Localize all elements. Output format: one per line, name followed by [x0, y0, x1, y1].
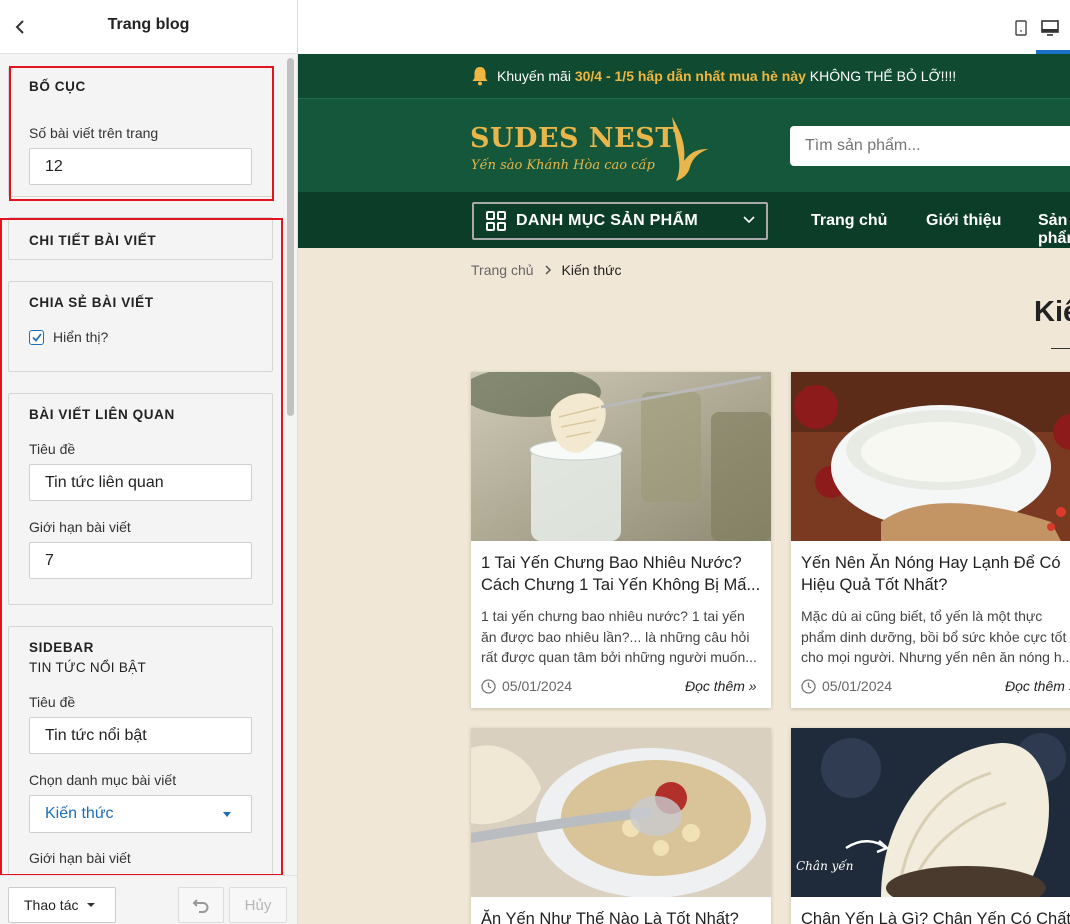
- section-title: SIDEBAR: [29, 640, 94, 655]
- panel-title: Trang blog: [107, 16, 190, 33]
- mobile-icon: [1015, 20, 1027, 36]
- promo-bar: Khuyến mãi 30/4 - 1/5 hấp dẫn nhất mua h…: [298, 54, 1070, 98]
- breadcrumb-home[interactable]: Trang chủ: [471, 262, 534, 278]
- logo-name: SUDES NEST: [470, 123, 676, 154]
- post-date-text: 05/01/2024: [502, 678, 573, 694]
- section-title: CHI TIẾT BÀI VIẾT: [29, 233, 157, 248]
- mobile-view-button[interactable]: [1010, 17, 1032, 39]
- read-more-link[interactable]: Đọc thêm »: [685, 678, 757, 694]
- scrollbar-thumb[interactable]: [287, 58, 294, 416]
- post-card[interactable]: 1 Tai Yến Chưng Bao Nhiêu Nước? Cách Chư…: [471, 372, 771, 708]
- post-card[interactable]: Ăn Yến Như Thế Nào Là Tốt Nhất?: [471, 728, 771, 924]
- post-title[interactable]: Chân Yến Là Gì? Chân Yến Có Chất: [801, 908, 1070, 924]
- section-title: BÀI VIẾT LIÊN QUAN: [29, 407, 175, 422]
- logo-tagline: Yến sào Khánh Hòa cao cấp: [471, 158, 655, 173]
- post-date-text: 05/01/2024: [822, 678, 893, 694]
- post-thumbnail[interactable]: [791, 372, 1070, 541]
- image-caption: Chân yến: [796, 859, 854, 873]
- posts-per-page-label: Số bài viết trên trang: [29, 125, 159, 141]
- show-share-label: Hiển thị?: [53, 329, 109, 345]
- desktop-view-button[interactable]: [1038, 17, 1062, 39]
- post-detail-section[interactable]: CHI TIẾT BÀI VIẾT: [8, 217, 273, 260]
- bird-nest-jar-image: [471, 372, 771, 541]
- editor-footer: Thao tác Hủy: [0, 875, 297, 924]
- breadcrumb-current: Kiến thức: [561, 262, 622, 278]
- related-heading-label: Tiêu đề: [29, 441, 76, 457]
- post-thumbnail[interactable]: [471, 372, 771, 541]
- post-date: 05/01/2024: [801, 678, 892, 694]
- show-share-checkbox[interactable]: Hiển thị?: [29, 329, 108, 345]
- bird-nest-bowl-image: [791, 372, 1070, 541]
- sidebar-category-label: Chọn danh mục bài viết: [29, 772, 177, 788]
- related-limit-input[interactable]: [29, 542, 252, 579]
- undo-icon: [192, 899, 209, 913]
- bell-icon: [471, 66, 489, 86]
- swallow-logo-icon: [672, 117, 708, 181]
- post-thumbnail[interactable]: [471, 728, 771, 897]
- caret-down-icon: [223, 811, 231, 817]
- promo-prefix: Khuyến mãi: [497, 68, 575, 84]
- related-limit-label: Giới hạn bài viết: [29, 519, 131, 535]
- post-card[interactable]: Chân yến Chân Yến Là Gì? Chân Yến Có Chấ…: [791, 728, 1070, 924]
- store-preview: Khuyến mãi 30/4 - 1/5 hấp dẫn nhất mua h…: [298, 0, 1070, 924]
- product-category-button[interactable]: DANH MỤC SẢN PHẨM: [472, 202, 768, 240]
- check-icon: [31, 332, 42, 342]
- desktop-icon: [1041, 20, 1059, 36]
- bird-nest-soup-image: [471, 728, 771, 897]
- post-thumbnail[interactable]: Chân yến: [791, 728, 1070, 897]
- layout-section: BỐ CỤC Số bài viết trên trang: [8, 67, 273, 197]
- section-title: CHIA SẺ BÀI VIẾT: [29, 295, 154, 310]
- chevron-down-icon: [743, 216, 755, 224]
- post-card[interactable]: Yến Nên Ăn Nóng Hay Lạnh Để Có Hiệu Quả …: [791, 372, 1070, 708]
- sidebar-heading-label: Tiêu đề: [29, 694, 76, 710]
- editor-header: Trang blog: [0, 0, 297, 54]
- preview-toolbar: [298, 0, 1070, 54]
- related-posts-section: BÀI VIẾT LIÊN QUAN Tiêu đề Giới hạn bài …: [8, 393, 273, 605]
- caret-down-icon: [87, 903, 96, 907]
- sidebar-limit-label: Giới hạn bài viết: [29, 850, 131, 866]
- share-section: CHIA SẺ BÀI VIẾT Hiển thị?: [8, 281, 273, 372]
- section-subtitle: TIN TỨC NỔI BẬT: [29, 660, 147, 675]
- nav-link-about[interactable]: Giới thiệu: [926, 212, 1001, 230]
- post-excerpt: Mặc dù ai cũng biết, tổ yến là một thực …: [801, 608, 1070, 665]
- clock-icon: [481, 678, 496, 694]
- post-date: 05/01/2024: [481, 678, 572, 694]
- breadcrumb: Trang chủ Kiến thức: [471, 262, 621, 278]
- actions-label: Thao tác: [24, 897, 79, 913]
- post-title[interactable]: Ăn Yến Như Thế Nào Là Tốt Nhất?: [481, 908, 766, 924]
- page-title: Kiến thức: [1034, 296, 1070, 328]
- site-logo[interactable]: SUDES NEST Yến sào Khánh Hòa cao cấp: [470, 109, 720, 183]
- related-heading-input[interactable]: [29, 464, 252, 501]
- undo-button[interactable]: [178, 887, 224, 923]
- sidebar-section: SIDEBAR TIN TỨC NỔI BẬT Tiêu đề Chọn dan…: [8, 626, 273, 875]
- site-header: SUDES NEST Yến sào Khánh Hòa cao cấp: [298, 98, 1070, 192]
- clock-icon: [801, 678, 816, 694]
- chevron-right-icon: [544, 265, 552, 275]
- post-excerpt: 1 tai yến chưng bao nhiêu nước? 1 tai yế…: [481, 608, 757, 665]
- posts-per-page-input[interactable]: [29, 148, 252, 185]
- promo-suffix: KHÔNG THỂ BỎ LỠ!!!!: [805, 68, 957, 84]
- sidebar-heading-input[interactable]: [29, 717, 252, 754]
- post-title[interactable]: 1 Tai Yến Chưng Bao Nhiêu Nước? Cách Chư…: [481, 552, 766, 596]
- selected-category: Kiến thức: [45, 805, 114, 822]
- post-title[interactable]: Yến Nên Ăn Nóng Hay Lạnh Để Có Hiệu Quả …: [801, 552, 1070, 596]
- sidebar-category-select[interactable]: Kiến thức: [29, 795, 252, 833]
- cancel-button[interactable]: Hủy: [229, 887, 287, 923]
- theme-editor-panel: Trang blog BỐ CỤC Số bài viết trên trang…: [0, 0, 298, 924]
- actions-dropdown-button[interactable]: Thao tác: [8, 887, 116, 923]
- title-underline: [1051, 348, 1070, 349]
- main-nav: DANH MỤC SẢN PHẨM Trang chủ Giới thiệu S…: [298, 192, 1070, 248]
- promo-highlight: 30/4 - 1/5 hấp dẫn nhất mua hè này: [574, 68, 806, 84]
- section-title: BỐ CỤC: [29, 79, 86, 94]
- search-input[interactable]: [790, 126, 1070, 166]
- read-more-link[interactable]: Đọc thêm »: [1005, 678, 1070, 694]
- nav-link-home[interactable]: Trang chủ: [811, 212, 887, 230]
- category-button-label: DANH MỤC SẢN PHẨM: [516, 212, 698, 229]
- nav-link-products[interactable]: Sản phẩm: [1038, 212, 1070, 248]
- settings-scroll-area[interactable]: BỐ CỤC Số bài viết trên trang CHI TIẾT B…: [0, 55, 297, 875]
- grid-icon: [486, 211, 506, 231]
- checkbox-box[interactable]: [29, 329, 44, 345]
